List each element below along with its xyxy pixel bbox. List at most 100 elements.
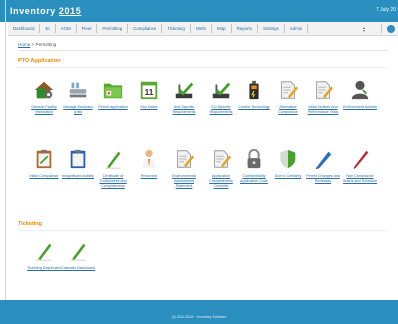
clipboard-icon	[36, 149, 52, 169]
app-header: Inventory 2015 7 July 20	[0, 0, 398, 22]
calendar-icon: 11	[140, 81, 158, 100]
nav-settings[interactable]: Settings	[258, 24, 285, 33]
padlock-icon	[247, 148, 261, 169]
tile-label: EU-Specific Requirements	[209, 105, 233, 114]
nav-admin[interactable]: Admin	[285, 24, 309, 33]
tile-label: Personnel	[140, 174, 158, 178]
equipment-icon	[69, 82, 87, 98]
tile-label: Due to Certainty	[274, 174, 302, 178]
section-divider-ticketing	[18, 230, 388, 231]
document-pencil-icon	[316, 81, 334, 99]
tile-certificate-truthfulness[interactable]: Certificate of Truthfulness and Complete…	[95, 148, 131, 188]
tile-calendar-dashboard[interactable]: Calendar Dashboard	[60, 240, 96, 271]
tile-label: Alternative Compliance	[278, 105, 298, 114]
tile-insignificant-activity[interactable]: Insignificant Activity	[60, 148, 96, 179]
battery-icon	[249, 80, 259, 100]
tile-enforcement-actions[interactable]: Enforcement Actions	[342, 79, 378, 110]
green-folder-icon	[103, 83, 123, 99]
tile-label: Application Completeness Checklist	[209, 174, 233, 188]
tile-application-completeness[interactable]: Application Completeness Checklist	[203, 148, 239, 188]
app-name: Inventory	[10, 6, 56, 16]
tile-label: General Facility Information	[31, 105, 57, 114]
footer: (c) 2011-2015 ~ Inventory Software	[0, 300, 398, 324]
tile-label: Initial Compliance	[29, 174, 59, 178]
person-icon	[351, 80, 369, 100]
nav-dashboard[interactable]: Dashboard	[8, 24, 41, 33]
tile-ticketing-dashboard[interactable]: Ticketing Dashboard	[26, 240, 62, 271]
nav-map[interactable]: Map	[212, 24, 232, 33]
tile-label: Unit-Specific Requirements	[172, 105, 196, 114]
tile-initial-notices-performance-tests[interactable]: Initial Notices And Performance Tests	[305, 79, 341, 115]
green-pencil-icon	[105, 151, 121, 169]
tile-label: Certificate of Truthfulness and Complete…	[99, 174, 127, 188]
tile-non-compliance-status[interactable]: Non Compliance Status and Schedule	[342, 148, 378, 184]
tile-label: Key Dates	[140, 105, 158, 109]
footer-text: (c) 2011-2015 ~ Inventory Software	[171, 315, 227, 319]
breadcrumb-home-link[interactable]: Home	[18, 42, 30, 47]
tile-label: Confidentiality Application Code	[240, 174, 268, 183]
nav-aom[interactable]: AOM	[56, 24, 77, 33]
nav-permitting[interactable]: Permitting	[97, 24, 129, 33]
tile-permit-application[interactable]: Permit Application	[95, 79, 131, 110]
current-date: 7 July 20	[375, 7, 396, 13]
nav-compliance[interactable]: Compliance	[128, 24, 163, 33]
nav-divider	[381, 24, 382, 33]
house-gear-icon	[34, 81, 54, 99]
calendar-day: 11	[145, 88, 154, 97]
businessman-icon	[142, 149, 156, 169]
breadcrumb-current: Permitting	[35, 42, 57, 47]
nav-fleet[interactable]: Fleet	[77, 24, 98, 33]
nav-reports[interactable]: Reports	[232, 24, 258, 33]
tile-label: Environmental Assessment Statement	[172, 174, 196, 188]
green-check-icon	[175, 82, 194, 99]
document-pencil-icon	[281, 81, 299, 99]
tile-personnel[interactable]: Personnel	[131, 148, 167, 179]
nav-ticketing[interactable]: Ticketing	[162, 24, 191, 33]
blue-pencil-icon	[315, 151, 332, 170]
blue-clipboard-icon	[70, 149, 86, 169]
tile-label: Initial Notices And Performance Tests	[307, 105, 339, 114]
tile-label: Ticketing Dashboard	[27, 266, 61, 270]
tile-label: Permit Changes and Renewals	[306, 174, 340, 183]
section-title-ticketing: Ticketing	[18, 221, 43, 227]
tile-manage-emission-units[interactable]: Manage Emission Units	[60, 79, 96, 115]
globe-icon[interactable]	[387, 24, 395, 33]
breadcrumb: Home > Permitting	[18, 42, 56, 47]
tile-confidentiality-application-code[interactable]: Confidentiality Application Code	[236, 148, 272, 184]
tile-label: Permit Application	[98, 105, 128, 109]
green-shield-icon	[280, 149, 296, 169]
document-pencil-icon	[177, 150, 195, 168]
tile-environmental-assessment[interactable]: Environmental Assessment Statement	[166, 148, 202, 188]
tile-label: Enforcement Actions	[343, 105, 377, 109]
tile-control-technology[interactable]: Control Technology	[236, 79, 272, 110]
document-pencil-icon	[214, 150, 232, 168]
breadcrumb-divider	[18, 50, 388, 51]
tile-initial-compliance[interactable]: Initial Compliance	[26, 148, 62, 179]
tile-due-to-certainty[interactable]: Due to Certainty	[270, 148, 306, 179]
tile-alternative-compliance[interactable]: Alternative Compliance	[270, 79, 306, 115]
green-pencil-icon	[70, 243, 86, 261]
tile-label: Non Compliance Status and Schedule	[342, 174, 378, 183]
section-title-pto: PTO Application	[18, 58, 61, 64]
tile-label: Insignificant Activity	[62, 174, 94, 178]
tile-key-dates[interactable]: 11 Key Dates	[131, 79, 167, 110]
nav-scroll-arrows-icon[interactable]: ▴ ▾	[363, 25, 365, 32]
section-divider-pto	[18, 67, 388, 68]
nav-ei[interactable]: EI	[40, 24, 56, 33]
sidebar-rule	[5, 0, 6, 300]
tile-unit-specific-requirements[interactable]: Unit-Specific Requirements	[166, 79, 202, 115]
nav-nws[interactable]: NWS	[191, 24, 213, 33]
tile-label: Control Technology	[238, 105, 270, 109]
tile-eu-specific-requirements[interactable]: EU-Specific Requirements	[203, 79, 239, 115]
tile-label: Manage Emission Units	[63, 105, 93, 114]
green-check-icon	[212, 82, 231, 99]
green-pencil-icon	[36, 243, 52, 261]
tile-label: Calendar Dashboard	[60, 266, 96, 270]
breadcrumb-separator: >	[31, 42, 35, 47]
app-year: 2015	[58, 6, 82, 16]
red-pen-icon	[353, 150, 369, 170]
app-title[interactable]: Inventory 2015	[10, 6, 81, 16]
tile-permit-changes-renewals[interactable]: Permit Changes and Renewals	[305, 148, 341, 184]
main-nav: Dashboard EI AOM Fleet Permitting Compli…	[8, 22, 398, 36]
tile-general-facility-information[interactable]: General Facility Information	[26, 79, 62, 115]
